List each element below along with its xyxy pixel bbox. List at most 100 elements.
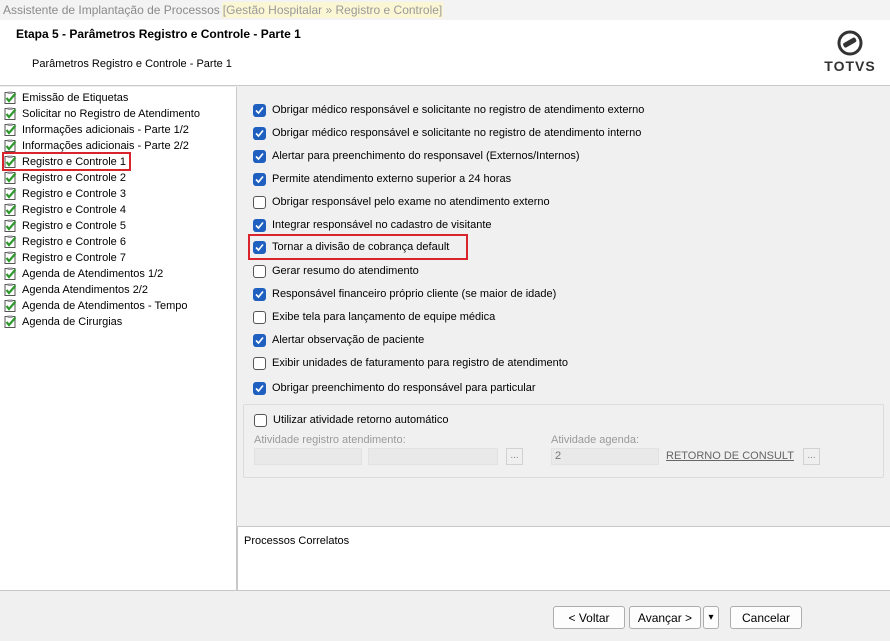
option-label: Obrigar preenchimento do responsável par… bbox=[272, 382, 536, 394]
nav-item[interactable]: Registro e Controle 1 bbox=[2, 152, 131, 171]
option-label: Exibir unidades de faturamento para regi… bbox=[272, 357, 568, 369]
nav-item-label: Agenda de Atendimentos - Tempo bbox=[22, 299, 188, 312]
nav-item[interactable]: Agenda de Atendimentos - Tempo bbox=[4, 298, 188, 313]
nav-item[interactable]: Registro e Controle 6 bbox=[4, 234, 126, 249]
checkbox-checked[interactable] bbox=[253, 126, 266, 140]
nav-item[interactable]: Informações adicionais - Parte 2/2 bbox=[4, 138, 189, 153]
checkbox-checked[interactable] bbox=[253, 218, 266, 232]
checkbox[interactable] bbox=[254, 413, 267, 427]
option-row[interactable]: Tornar a divisão de cobrança default bbox=[247, 234, 469, 260]
nav-item-label: Informações adicionais - Parte 2/2 bbox=[22, 139, 189, 152]
activity-registro-code-field[interactable] bbox=[254, 448, 362, 465]
activity-registro-label: Atividade registro atendimento: bbox=[254, 434, 406, 446]
checkbox-checked[interactable] bbox=[253, 381, 266, 395]
nav-item-label: Registro e Controle 6 bbox=[22, 235, 126, 248]
checked-clipboard-icon bbox=[4, 299, 17, 312]
option-row[interactable]: Exibir unidades de faturamento para regi… bbox=[253, 355, 568, 371]
option-row[interactable]: Obrigar médico responsável e solicitante… bbox=[253, 125, 641, 141]
checkbox-checked[interactable] bbox=[253, 287, 266, 301]
checked-clipboard-icon bbox=[4, 267, 17, 280]
next-dropdown-button[interactable]: ▾ bbox=[703, 606, 719, 629]
activity-agenda-label: Atividade agenda: bbox=[551, 434, 640, 446]
option-retorno-automatico[interactable]: Utilizar atividade retorno automático bbox=[254, 412, 448, 428]
nav-item[interactable]: Registro e Controle 5 bbox=[4, 218, 126, 233]
wizard-footer: < Voltar Avançar > ▾ Cancelar bbox=[0, 590, 890, 641]
option-label: Integrar responsável no cadastro de visi… bbox=[272, 219, 492, 231]
option-row[interactable]: Obrigar médico responsável e solicitante… bbox=[253, 102, 644, 118]
nav-item-label: Agenda Atendimentos 2/2 bbox=[22, 283, 148, 296]
checked-clipboard-icon bbox=[4, 235, 17, 248]
nav-item[interactable]: Solicitar no Registro de Atendimento bbox=[4, 106, 200, 121]
nav-item[interactable]: Agenda de Cirurgias bbox=[4, 314, 122, 329]
nav-item-label: Agenda de Cirurgias bbox=[22, 315, 123, 328]
stage-title: Etapa 5 - Parâmetros Registro e Controle… bbox=[16, 27, 301, 41]
checkbox-unchecked[interactable] bbox=[253, 310, 266, 324]
nav-item[interactable]: Emissão de Etiquetas bbox=[4, 90, 128, 105]
checkbox-checked[interactable] bbox=[253, 240, 266, 254]
option-label: Gerar resumo do atendimento bbox=[272, 265, 419, 277]
option-row[interactable]: Exibe tela para lançamento de equipe méd… bbox=[253, 309, 495, 325]
checkbox-checked[interactable] bbox=[253, 333, 266, 347]
option-row[interactable]: Obrigar preenchimento do responsável par… bbox=[253, 380, 536, 396]
option-label: Tornar a divisão de cobrança default bbox=[272, 241, 450, 253]
nav-item[interactable]: Informações adicionais - Parte 1/2 bbox=[4, 122, 189, 137]
option-label: Responsável financeiro próprio cliente (… bbox=[272, 288, 557, 300]
window-title-bar: Assistente de Implantação de Processos [… bbox=[0, 0, 890, 20]
checkbox-unchecked[interactable] bbox=[253, 356, 266, 370]
cancel-button[interactable]: Cancelar bbox=[730, 606, 802, 629]
nav-item[interactable]: Registro e Controle 7 bbox=[4, 250, 126, 265]
nav-item[interactable]: Agenda de Atendimentos 1/2 bbox=[4, 266, 163, 281]
checked-clipboard-icon bbox=[4, 315, 17, 328]
option-row[interactable]: Responsável financeiro próprio cliente (… bbox=[253, 286, 556, 302]
nav-item-label: Registro e Controle 2 bbox=[22, 171, 126, 184]
back-button[interactable]: < Voltar bbox=[553, 606, 625, 629]
option-row[interactable]: Permite atendimento externo superior a 2… bbox=[253, 171, 511, 187]
option-label: Permite atendimento externo superior a 2… bbox=[272, 173, 512, 185]
nav-item-label: Emissão de Etiquetas bbox=[22, 91, 129, 104]
checked-clipboard-icon bbox=[4, 203, 17, 216]
correlated-processes-panel: Processos Correlatos bbox=[237, 526, 890, 590]
check-icon bbox=[255, 384, 264, 392]
totvs-logo: TOTVS bbox=[822, 30, 878, 74]
checkbox-unchecked[interactable] bbox=[253, 195, 266, 209]
next-button[interactable]: Avançar > bbox=[629, 606, 701, 629]
checkbox-unchecked[interactable] bbox=[253, 264, 266, 278]
activity-agenda-lookup-button[interactable]: ... bbox=[803, 448, 820, 465]
nav-item-label: Registro e Controle 3 bbox=[22, 187, 126, 200]
check-icon bbox=[255, 290, 264, 298]
checked-clipboard-icon bbox=[4, 283, 17, 296]
option-label: Utilizar atividade retorno automático bbox=[273, 414, 449, 426]
nav-item[interactable]: Registro e Controle 4 bbox=[4, 202, 126, 217]
checkbox-checked[interactable] bbox=[253, 149, 266, 163]
nav-item[interactable]: Registro e Controle 2 bbox=[4, 170, 126, 185]
check-icon bbox=[255, 129, 264, 137]
window-title-path: [Gestão Hospitalar » Registro e Controle… bbox=[221, 2, 444, 18]
option-row[interactable]: Integrar responsável no cadastro de visi… bbox=[253, 217, 492, 233]
nav-item[interactable]: Agenda Atendimentos 2/2 bbox=[4, 282, 148, 297]
option-label: Alertar para preenchimento do responsave… bbox=[272, 150, 580, 162]
option-row[interactable]: Gerar resumo do atendimento bbox=[253, 263, 419, 279]
option-label: Obrigar médico responsável e solicitante… bbox=[272, 127, 642, 139]
nav-item-label: Agenda de Atendimentos 1/2 bbox=[22, 267, 164, 280]
logo-text: TOTVS bbox=[824, 58, 876, 74]
nav-item-label: Solicitar no Registro de Atendimento bbox=[22, 107, 200, 120]
nav-item[interactable]: Registro e Controle 3 bbox=[4, 186, 126, 201]
option-row[interactable]: Obrigar responsável pelo exame no atendi… bbox=[253, 194, 550, 210]
option-row[interactable]: Alertar para preenchimento do responsave… bbox=[253, 148, 580, 164]
steps-tree: Emissão de Etiquetas Solicitar no Registr… bbox=[0, 87, 237, 590]
check-icon bbox=[255, 243, 264, 251]
activity-registro-desc-field[interactable] bbox=[368, 448, 498, 465]
option-row[interactable]: Alertar observação de paciente bbox=[253, 332, 424, 348]
nav-item-label: Registro e Controle 5 bbox=[22, 219, 126, 232]
checkbox-checked[interactable] bbox=[253, 103, 266, 117]
check-icon bbox=[255, 175, 264, 183]
activity-agenda-code-field[interactable]: 2 bbox=[551, 448, 659, 465]
check-icon bbox=[255, 152, 264, 160]
options-panel: Obrigar médico responsável e solicitante… bbox=[238, 87, 890, 525]
wizard-header: Etapa 5 - Parâmetros Registro e Controle… bbox=[0, 20, 890, 86]
activity-agenda-desc-link[interactable]: RETORNO DE CONSULT bbox=[666, 450, 794, 462]
checkbox-checked[interactable] bbox=[253, 172, 266, 186]
activity-registro-lookup-button[interactable]: ... bbox=[506, 448, 523, 465]
option-label: Exibe tela para lançamento de equipe méd… bbox=[272, 311, 496, 323]
nav-item-label: Informações adicionais - Parte 1/2 bbox=[22, 123, 189, 136]
